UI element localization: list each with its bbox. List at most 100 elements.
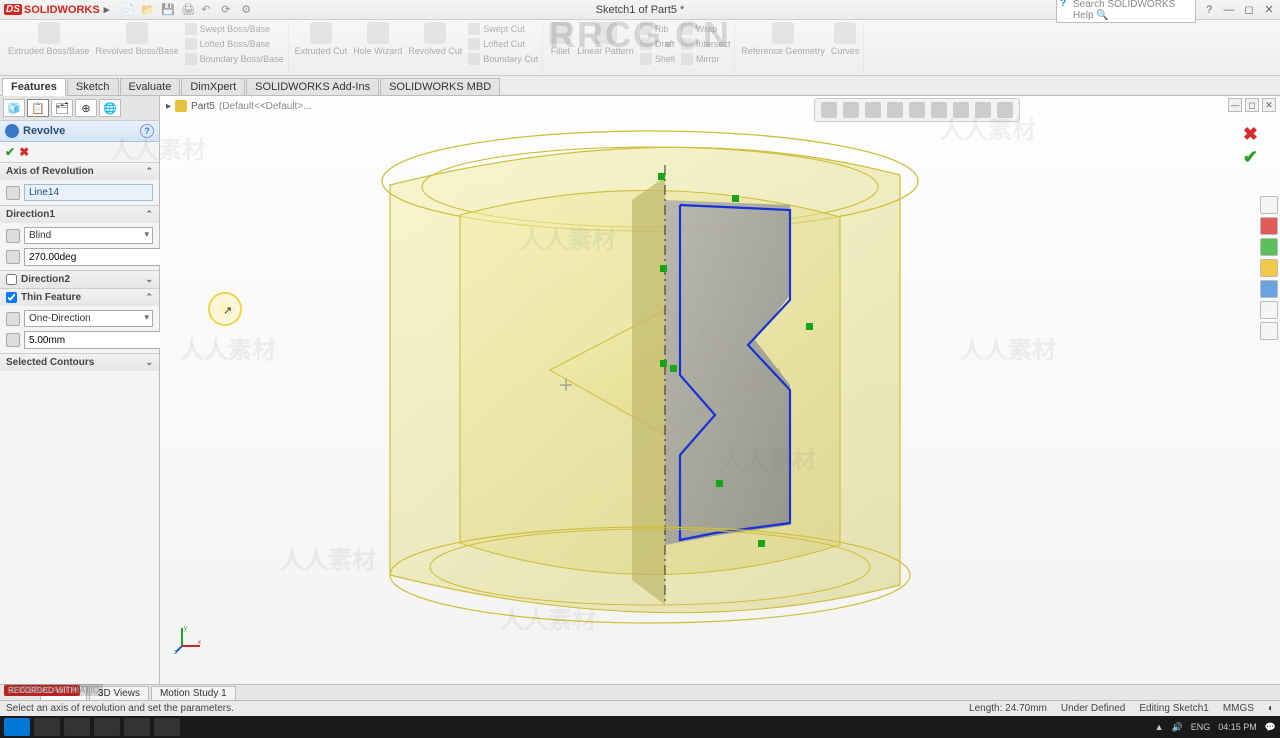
btab-motionstudy[interactable]: Motion Study 1: [151, 686, 236, 700]
extruded-boss-button[interactable]: Extruded Boss/Base: [8, 22, 90, 66]
custom-props-pane-icon[interactable]: [1260, 322, 1278, 340]
thin-feature-checkbox[interactable]: [6, 292, 17, 303]
tab-addins[interactable]: SOLIDWORKS Add-Ins: [246, 78, 379, 95]
tray-lang[interactable]: ENG: [1191, 722, 1211, 732]
direction2-checkbox[interactable]: [6, 274, 17, 285]
home-pane-icon[interactable]: [1260, 196, 1278, 214]
section-direction1-header[interactable]: Direction1⌃: [0, 206, 159, 223]
direction1-angle-input[interactable]: ▴▾: [24, 248, 179, 266]
status-length: Length: 24.70mm: [969, 703, 1047, 714]
rebuild-icon[interactable]: ⟳: [221, 3, 235, 17]
tab-features[interactable]: Features: [2, 78, 66, 96]
section-contours-header[interactable]: Selected Contours⌄: [0, 354, 159, 371]
design-library-icon[interactable]: [1260, 238, 1278, 256]
section-axis-header[interactable]: Axis of Revolution⌃: [0, 163, 159, 180]
direction1-type-combo[interactable]: Blind: [24, 227, 153, 244]
hole-wizard-button[interactable]: Hole Wizard: [353, 22, 402, 66]
axis-input[interactable]: Line14: [24, 184, 153, 201]
file-explorer-icon[interactable]: [1260, 259, 1278, 277]
thickness-icon: [6, 333, 20, 347]
command-manager-tabs: Features Sketch Evaluate DimXpert SOLIDW…: [0, 76, 1280, 96]
restore-icon[interactable]: ◻: [1242, 3, 1256, 17]
curves-button[interactable]: Curves: [831, 22, 860, 56]
document-title: Sketch1 of Part5 *: [596, 4, 685, 16]
open-icon[interactable]: 📂: [141, 3, 155, 17]
tray-time[interactable]: 04:15 PM: [1218, 722, 1257, 732]
boundary-cut-button[interactable]: Boundary Cut: [468, 52, 538, 66]
app-logo: DS SOLIDWORKS ▸: [4, 3, 109, 16]
swept-boss-button[interactable]: Swept Boss/Base: [185, 22, 284, 36]
fm-tab-configuration[interactable]: 🗂: [51, 99, 73, 117]
wrap-button[interactable]: Wrap: [681, 22, 731, 36]
tab-sketch[interactable]: Sketch: [67, 78, 119, 95]
reverse-direction-icon[interactable]: [6, 229, 20, 243]
task-icon[interactable]: [34, 718, 60, 736]
rib-button[interactable]: Rib: [640, 22, 675, 36]
minimize-icon[interactable]: —: [1222, 3, 1236, 17]
intersect-button[interactable]: Intersect: [681, 37, 731, 51]
angle-icon: [6, 250, 20, 264]
pm-help-icon[interactable]: ?: [140, 124, 154, 138]
fm-tab-display[interactable]: 🌐: [99, 99, 121, 117]
new-icon[interactable]: 📄: [121, 3, 135, 17]
task-icon[interactable]: [94, 718, 120, 736]
revolved-boss-button[interactable]: Revolved Boss/Base: [96, 22, 179, 66]
pm-ok-button[interactable]: ✔: [5, 145, 15, 159]
pm-title-text: Revolve: [23, 125, 65, 137]
lofted-boss-button[interactable]: Lofted Boss/Base: [185, 37, 284, 51]
status-units[interactable]: MMGS: [1223, 703, 1254, 714]
draft-button[interactable]: Draft: [640, 37, 675, 51]
reference-geometry-button[interactable]: Reference Geometry: [741, 22, 825, 56]
print-icon[interactable]: 🖨: [181, 3, 195, 17]
mirror-button[interactable]: Mirror: [681, 52, 731, 66]
status-mode: Editing Sketch1: [1139, 703, 1209, 714]
shell-button[interactable]: Shell: [640, 52, 675, 66]
quick-access-toolbar: 📄 📂 💾 🖨 ↶ ⟳ ⚙: [121, 3, 255, 17]
task-icon[interactable]: [154, 718, 180, 736]
section-thin-header[interactable]: Thin Feature ⌃: [0, 289, 159, 306]
fm-tab-dimxpert[interactable]: ⊕: [75, 99, 97, 117]
fillet-button[interactable]: Fillet: [549, 22, 571, 66]
section-direction2-header[interactable]: Direction2 ⌄: [0, 271, 159, 288]
options-icon[interactable]: ⚙: [241, 3, 255, 17]
graphics-area[interactable]: ▸ Part5 (Default<<Default>... — ◻ ✕ ✖ ✔: [160, 96, 1280, 684]
view-palette-icon[interactable]: [1260, 280, 1278, 298]
revolved-cut-button[interactable]: Revolved Cut: [408, 22, 462, 66]
start-button[interactable]: [4, 718, 30, 736]
thin-type-combo[interactable]: One-Direction: [24, 310, 153, 327]
view-triad[interactable]: y x z: [174, 624, 204, 654]
linear-pattern-button[interactable]: Linear Pattern: [577, 22, 634, 66]
tab-evaluate[interactable]: Evaluate: [120, 78, 181, 95]
title-bar: DS SOLIDWORKS ▸ 📄 📂 💾 🖨 ↶ ⟳ ⚙ Sketch1 of…: [0, 0, 1280, 20]
axis-select-icon[interactable]: [6, 186, 20, 200]
search-help-input[interactable]: Search SOLIDWORKS Help 🔍: [1056, 0, 1196, 23]
status-defined: Under Defined: [1061, 703, 1125, 714]
resources-pane-icon[interactable]: [1260, 217, 1278, 235]
task-pane-tabs: [1260, 196, 1278, 340]
tray-network-icon[interactable]: 🔊: [1172, 722, 1183, 733]
thin-reverse-icon[interactable]: [6, 312, 20, 326]
appearances-pane-icon[interactable]: [1260, 301, 1278, 319]
tray-action-center-icon[interactable]: 💬: [1265, 722, 1276, 733]
lofted-cut-button[interactable]: Lofted Cut: [468, 37, 538, 51]
swept-cut-button[interactable]: Swept Cut: [468, 22, 538, 36]
save-icon[interactable]: 💾: [161, 3, 175, 17]
cursor-highlight: [208, 292, 242, 326]
bottom-tabs: RECORDED WITH Model 3D Views Motion Stud…: [0, 684, 1280, 700]
help-icon[interactable]: ?: [1202, 3, 1216, 17]
task-icon[interactable]: [64, 718, 90, 736]
fm-tab-property-manager[interactable]: 📋: [27, 99, 49, 117]
status-more-icon[interactable]: ◐: [1268, 703, 1274, 714]
extruded-cut-button[interactable]: Extruded Cut: [295, 22, 348, 66]
tab-dimxpert[interactable]: DimXpert: [181, 78, 245, 95]
undo-icon[interactable]: ↶: [201, 3, 215, 17]
fm-tab-design-tree[interactable]: 🧊: [3, 99, 25, 117]
boundary-boss-button[interactable]: Boundary Boss/Base: [185, 52, 284, 66]
tray-indicator-icon[interactable]: ▲: [1155, 722, 1164, 732]
tab-mbd[interactable]: SOLIDWORKS MBD: [380, 78, 500, 95]
menu-dropdown-icon[interactable]: ▸: [104, 3, 110, 16]
task-icon[interactable]: [124, 718, 150, 736]
close-icon[interactable]: ✕: [1262, 3, 1276, 17]
thin-value-input[interactable]: ▴▾: [24, 331, 179, 349]
pm-cancel-button[interactable]: ✖: [19, 145, 29, 159]
